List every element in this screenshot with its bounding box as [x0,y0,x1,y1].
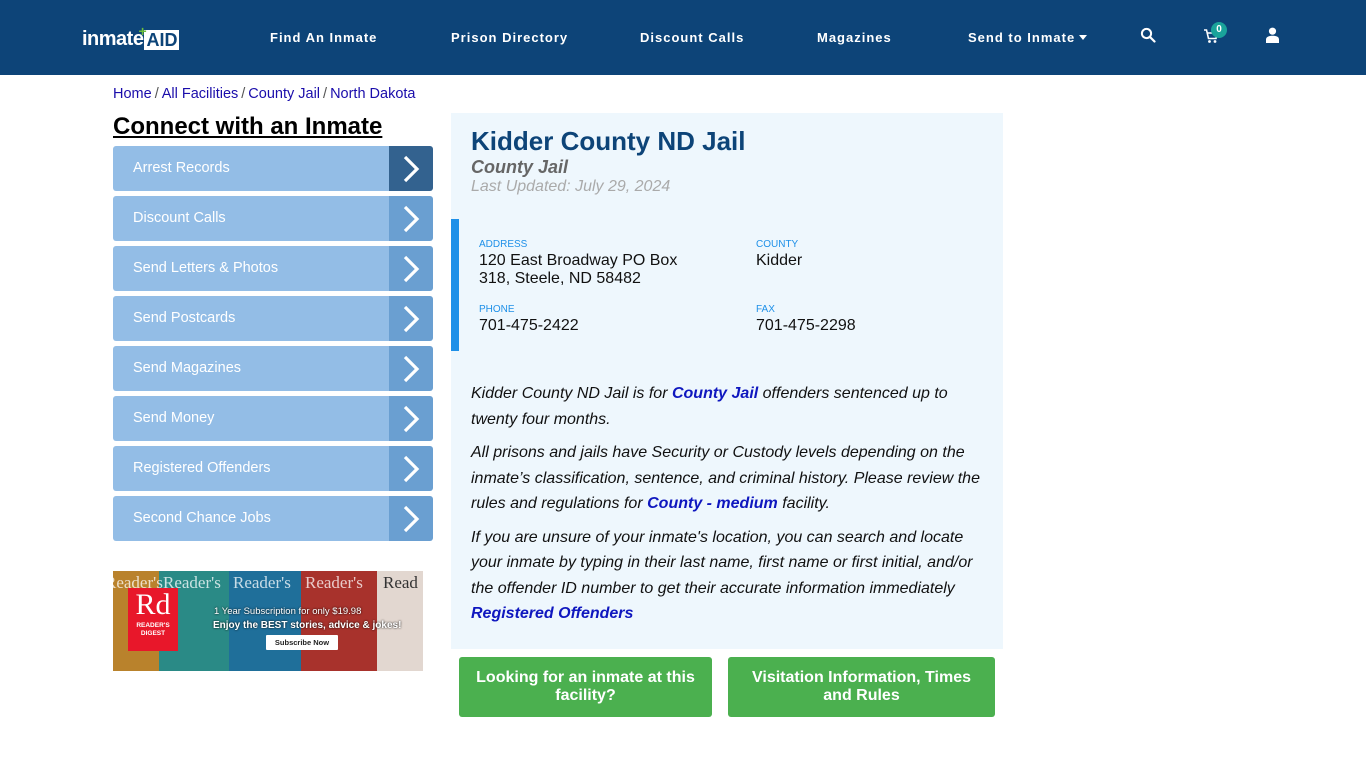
sidebar-item-label: Registered Offenders [113,446,389,491]
address-line1: 120 East Broadway PO Box [479,252,678,269]
chevron-right-icon [389,346,433,391]
nav-magazines[interactable]: Magazines [817,30,892,46]
county-label: COUNTY [756,239,799,250]
caret-down-icon [1079,35,1088,40]
facility-type: County Jail [471,157,569,177]
nav-discount-calls[interactable]: Discount Calls [640,30,744,46]
connect-title: Connect with an Inmate [113,113,383,140]
breadcrumb-separator: / [323,86,328,102]
fax-label: FAX [756,304,775,315]
sidebar-item-label: Arrest Records [113,146,389,191]
inmateaid-logo[interactable]: inmate + AID [82,23,180,50]
sidebar-item-label: Send Letters & Photos [113,246,389,291]
fax-value: 701-475-2298 [756,317,856,334]
logo-aid: + AID [138,23,180,50]
top-navbar: inmate + AID Find An Inmate Prison Direct… [0,0,1366,75]
facility-panel: Kidder County ND Jail County Jail Last U… [451,113,1003,649]
facility-info-box: ADDRESS 120 East Broadway PO Box 318, St… [451,219,1003,351]
sidebar-item-send-magazines[interactable]: Send Magazines [113,346,433,391]
description-paragraph: All prisons and jails have Security or C… [471,440,991,517]
search-icon[interactable] [1140,27,1160,47]
subscribe-now-button[interactable]: Subscribe Now [266,635,338,650]
chevron-right-icon [389,196,433,241]
user-icon[interactable] [1265,27,1285,47]
breadcrumb-north-dakota[interactable]: North Dakota [330,86,415,102]
plus-icon: + [138,23,147,39]
ad-offer-line2: Enjoy the BEST stories, advice & jokes! [213,620,402,631]
logo-text: inmate [82,28,144,50]
description-paragraph: If you are unsure of your inmate's locat… [471,525,991,627]
sidebar-item-arrest-records[interactable]: Arrest Records [113,146,433,191]
masthead-text: Read [383,573,418,592]
sidebar-item-send-letters-photos[interactable]: Send Letters & Photos [113,246,433,291]
breadcrumb-separator: / [154,86,159,102]
chevron-right-icon [389,496,433,541]
facility-title: Kidder County ND Jail [471,126,746,156]
rd-logo-line2: DIGEST [140,630,166,637]
chevron-right-icon [389,146,433,191]
county-medium-link[interactable]: County - medium [647,495,778,512]
breadcrumb-all-facilities[interactable]: All Facilities [162,86,239,102]
sidebar-item-label: Send Money [113,396,389,441]
sidebar-item-label: Discount Calls [113,196,389,241]
breadcrumb-county-jail[interactable]: County Jail [248,86,320,102]
description-paragraph: Kidder County ND Jail is for County Jail… [471,381,991,432]
sidebar-item-send-postcards[interactable]: Send Postcards [113,296,433,341]
last-updated: Last Updated: July 29, 2024 [471,178,671,195]
breadcrumb-home[interactable]: Home [113,86,152,102]
phone-label: PHONE [479,304,515,315]
registered-offenders-link[interactable]: Registered Offenders [471,605,633,622]
address-line2: 318, Steele, ND 58482 [479,270,641,287]
masthead-text: Reader's [233,573,291,592]
readers-digest-logo: Rd READER'S DIGEST [128,588,178,651]
nav-prison-directory[interactable]: Prison Directory [451,30,568,46]
sidebar-item-label: Send Postcards [113,296,389,341]
chevron-right-icon [389,246,433,291]
nav-send-to-inmate[interactable]: Send to Inmate [968,30,1088,46]
facility-description: Kidder County ND Jail is for County Jail… [471,381,991,635]
looking-for-inmate-button[interactable]: Looking for an inmate at this facility? [459,657,712,717]
sidebar-menu: Arrest Records Discount Calls Send Lette… [113,146,433,546]
phone-value[interactable]: 701-475-2422 [479,317,579,335]
desc-text: If you are unsure of your inmate's locat… [471,528,973,597]
rd-logo-line1: READER'S [136,622,170,629]
sidebar-item-label: Send Magazines [113,346,389,391]
desc-text: facility. [777,495,830,512]
sidebar-item-registered-offenders[interactable]: Registered Offenders [113,446,433,491]
visitation-info-button[interactable]: Visitation Information, Times and Rules [728,657,995,717]
masthead-text: Reader's [305,573,363,592]
sidebar-item-send-money[interactable]: Send Money [113,396,433,441]
breadcrumb: Home / All Facilities / County Jail / North Da… [113,85,416,103]
rd-logo-text: Rd [135,588,171,621]
address-label: ADDRESS [479,239,528,250]
nav-send-to-inmate-label: Send to Inmate [968,30,1076,45]
nav-find-an-inmate[interactable]: Find An Inmate [270,30,377,46]
desc-text: Kidder County ND Jail is for [471,385,672,402]
cart-count-badge: 0 [1211,22,1227,38]
county-value: Kidder [756,252,803,269]
sidebar-item-discount-calls[interactable]: Discount Calls [113,196,433,241]
ad-offer-line1: 1 Year Subscription for only $19.98 [214,606,362,617]
chevron-right-icon [389,446,433,491]
logo-aid-text: AID [146,30,178,50]
chevron-right-icon [389,396,433,441]
readers-digest-ad-banner[interactable]: Reader's Reader's Reader's Reader's Read… [113,571,423,671]
sidebar-item-second-chance-jobs[interactable]: Second Chance Jobs [113,496,433,541]
county-jail-link[interactable]: County Jail [672,385,758,402]
breadcrumb-separator: / [241,86,246,102]
chevron-right-icon [389,296,433,341]
sidebar-item-label: Second Chance Jobs [113,496,389,541]
